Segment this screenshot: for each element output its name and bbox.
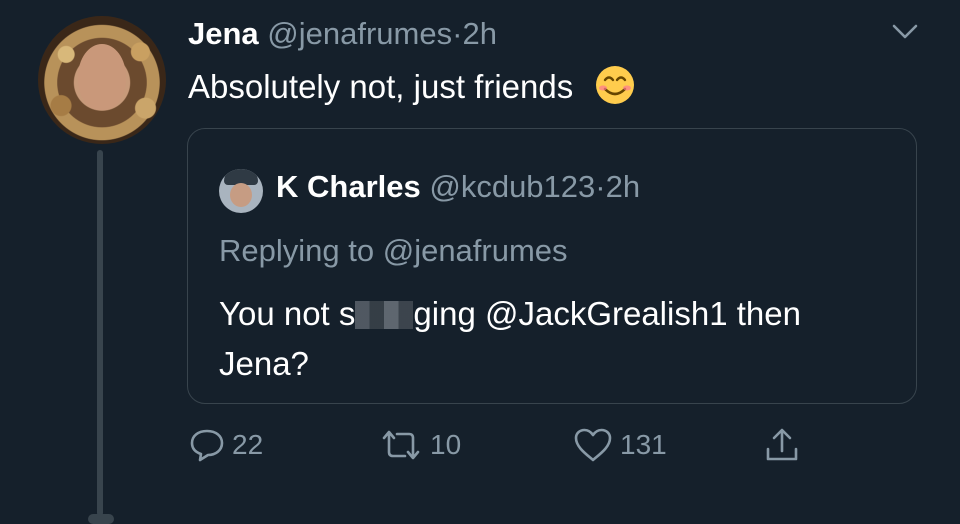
- tweet-header: Jena @jenafrumes·2h: [188, 14, 497, 54]
- quoted-text-before: You not s: [219, 295, 356, 332]
- share-upload-icon: [766, 428, 798, 461]
- like-button[interactable]: 131: [572, 422, 667, 468]
- quoted-author-name: K Charles: [276, 169, 421, 204]
- next-thread-connector: [88, 514, 114, 524]
- quoted-author-avatar: [219, 169, 263, 213]
- retweet-icon: [382, 430, 420, 460]
- quoted-tweet-header: K Charles @kcdub123·2h: [276, 167, 640, 207]
- tweet-text: Absolutely not, just friends: [188, 64, 636, 108]
- author-name[interactable]: Jena: [188, 16, 259, 51]
- replying-to-label: Replying to: [219, 233, 375, 268]
- tweet-time[interactable]: 2h: [462, 16, 496, 51]
- smiling-face-emoji-icon: [596, 66, 635, 104]
- author-avatar[interactable]: [38, 16, 166, 144]
- chevron-down-icon[interactable]: [890, 20, 920, 44]
- header-separator: ·: [452, 16, 463, 51]
- quoted-header-separator: ·: [595, 169, 606, 204]
- quoted-tweet-card[interactable]: K Charles @kcdub123·2h Replying to @jena…: [187, 128, 917, 404]
- avatar-face: [78, 44, 126, 110]
- reply-button[interactable]: 22: [188, 422, 263, 468]
- heart-icon: [574, 428, 612, 462]
- reply-bubble-icon: [190, 429, 224, 462]
- tweet-actions-bar: 22 10 131: [0, 422, 960, 468]
- author-handle[interactable]: @jenafrumes: [267, 16, 452, 51]
- censor-blur: [355, 301, 414, 329]
- replying-to-mention[interactable]: @jenafrumes: [383, 233, 568, 268]
- retweet-count: 10: [430, 429, 462, 460]
- avatar-face: [230, 183, 252, 207]
- quoted-author-handle: @kcdub123: [429, 169, 596, 204]
- quoted-tweet-text: You not s ging @JackGrealish1 then Jena?: [219, 289, 899, 389]
- reply-count: 22: [232, 429, 264, 460]
- like-count: 131: [620, 429, 667, 460]
- retweet-button[interactable]: 10: [378, 422, 461, 468]
- share-button[interactable]: [762, 422, 808, 468]
- replying-to-line: Replying to @jenafrumes: [219, 231, 568, 271]
- quoted-tweet-time: 2h: [605, 169, 641, 204]
- tweet-text-content: Absolutely not, just friends: [188, 68, 574, 105]
